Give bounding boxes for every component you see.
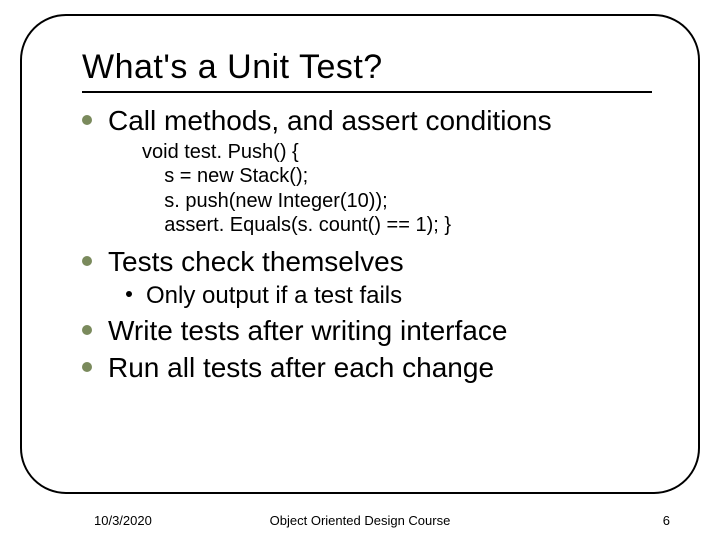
bullet-call-methods: Call methods, and assert conditions bbox=[82, 103, 652, 138]
bullet-run-all: Run all tests after each change bbox=[82, 350, 652, 385]
bullet-list: Call methods, and assert conditions void… bbox=[82, 103, 652, 385]
slide-footer: 10/3/2020 Object Oriented Design Course … bbox=[0, 513, 720, 528]
slide: What's a Unit Test? Call methods, and as… bbox=[0, 0, 720, 540]
footer-course: Object Oriented Design Course bbox=[0, 513, 720, 528]
bullet-tests-check: Tests check themselves bbox=[82, 244, 652, 279]
bullet-write-tests: Write tests after writing interface bbox=[82, 313, 652, 348]
subbullet-only-output: Only output if a test fails bbox=[126, 281, 652, 311]
slide-title: What's a Unit Test? bbox=[82, 48, 652, 93]
slide-content: What's a Unit Test? Call methods, and as… bbox=[28, 20, 692, 526]
code-block: void test. Push() { s = new Stack(); s. … bbox=[142, 140, 652, 238]
